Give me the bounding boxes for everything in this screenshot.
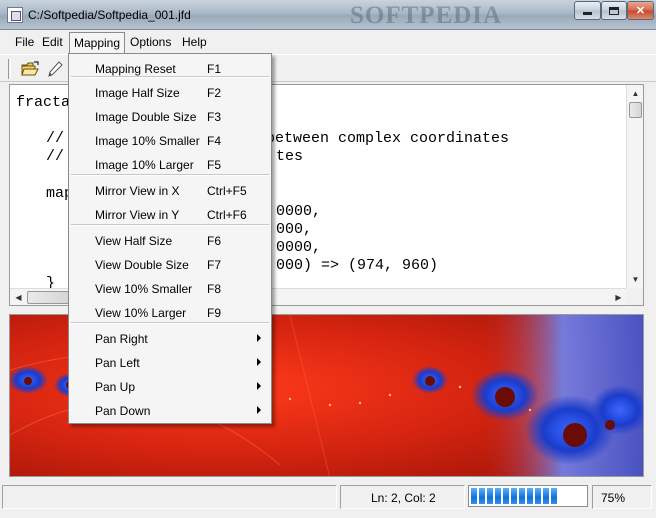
progress-segment [471, 488, 477, 504]
zoom-level: 75% [592, 485, 652, 509]
menu-item-view-half-size[interactable]: View Half Size F6 [71, 228, 269, 252]
watermark: SOFTPEDIA [350, 2, 503, 29]
scroll-left-icon[interactable]: ◀ [10, 289, 27, 305]
menu-item-shortcut: F3 [207, 110, 222, 124]
code-line: // [46, 148, 65, 165]
code-line: fracta [16, 94, 71, 111]
menu-item-label: Image Half Size [95, 86, 180, 100]
menu-item-view-double-size[interactable]: View Double Size F7 [71, 252, 269, 276]
menu-item-label: View 10% Smaller [95, 282, 193, 296]
progress-segment [519, 488, 525, 504]
submenu-arrow-icon [257, 406, 261, 414]
menu-item-pan-right[interactable]: Pan Right [71, 326, 269, 350]
menu-item-label: Mirror View in Y [95, 208, 180, 222]
menu-item-label: Image 10% Smaller [95, 134, 200, 148]
scroll-down-icon[interactable]: ▼ [627, 271, 643, 288]
scroll-thumb[interactable] [629, 102, 642, 118]
menu-item-view-10-smaller[interactable]: View 10% Smaller F8 [71, 276, 269, 300]
menu-item-image-double-size[interactable]: Image Double Size F3 [71, 104, 269, 128]
menu-item-shortcut: F7 [207, 258, 222, 272]
scroll-up-icon[interactable]: ▲ [627, 85, 643, 102]
open-folder-icon[interactable] [19, 58, 41, 80]
close-icon: ✕ [635, 5, 646, 17]
menu-item-pan-left[interactable]: Pan Left [71, 350, 269, 374]
mapping-menu: Mapping Reset F1 Image Half Size F2 Image Do… [68, 53, 272, 424]
minimize-button[interactable] [574, 1, 601, 20]
progress-segment [535, 488, 541, 504]
menu-mapping[interactable]: Mapping [69, 32, 126, 53]
menu-item-shortcut: Ctrl+F5 [207, 184, 247, 198]
code-line: 000, [276, 221, 313, 238]
scroll-corner [626, 288, 643, 305]
submenu-arrow-icon [257, 358, 261, 366]
menu-item-pan-down[interactable]: Pan Down [71, 398, 269, 422]
cursor-position: Ln: 2, Col: 2 [340, 485, 465, 509]
progress-segment [495, 488, 501, 504]
menu-item-label: Pan Up [95, 380, 136, 394]
menu-item-label: View 10% Larger [95, 306, 187, 320]
menu-item-mirror-view-in-x[interactable]: Mirror View in X Ctrl+F5 [71, 178, 269, 202]
code-line: 0000, [276, 203, 322, 220]
menu-item-shortcut: F4 [207, 134, 222, 148]
menu-item-mapping-reset[interactable]: Mapping Reset F1 [71, 56, 269, 80]
status-panel-message [2, 485, 337, 509]
menu-file[interactable]: File [15, 35, 34, 49]
menu-item-view-10-larger[interactable]: View 10% Larger F9 [71, 300, 269, 324]
editor-vertical-scrollbar[interactable]: ▲ ▼ [626, 85, 643, 288]
menu-item-label: Pan Down [95, 404, 151, 418]
progress-segment [511, 488, 517, 504]
code-line: 000) => (974, 960) [276, 257, 439, 274]
menu-edit[interactable]: Edit [42, 35, 63, 49]
submenu-arrow-icon [257, 334, 261, 342]
menu-bar: File Edit Mapping Options Help [0, 31, 656, 53]
menu-item-shortcut: F5 [207, 158, 222, 172]
menu-item-label: View Half Size [95, 234, 173, 248]
menu-item-label: Pan Left [95, 356, 140, 370]
maximize-icon [609, 6, 619, 15]
code-line: 0000, [276, 239, 322, 256]
progress-segment [503, 488, 509, 504]
scroll-right-icon[interactable]: ▶ [610, 289, 627, 305]
toolbar-grip[interactable] [8, 59, 11, 79]
close-button[interactable]: ✕ [627, 1, 654, 20]
title-bar: C:/Softpedia/Softpedia_001.jfd SOFTPEDIA… [0, 0, 656, 30]
code-line: // [46, 130, 65, 147]
menu-item-image-10-smaller[interactable]: Image 10% Smaller F4 [71, 128, 269, 152]
code-line: g between complex coordinates [248, 130, 510, 147]
progress-segment [527, 488, 533, 504]
menu-item-mirror-view-in-y[interactable]: Mirror View in Y Ctrl+F6 [71, 202, 269, 226]
window-title: C:/Softpedia/Softpedia_001.jfd [28, 8, 191, 22]
status-bar: Ln: 2, Col: 2 75% [0, 480, 656, 518]
edit-pen-icon[interactable] [44, 58, 66, 80]
menu-item-label: Mapping Reset [95, 62, 176, 76]
menu-item-image-10-larger[interactable]: Image 10% Larger F5 [71, 152, 269, 176]
menu-options[interactable]: Options [130, 35, 171, 49]
menu-item-label: Pan Right [95, 332, 148, 346]
menu-item-label: Image Double Size [95, 110, 197, 124]
menu-item-shortcut: F1 [207, 62, 222, 76]
menu-item-label: Image 10% Larger [95, 158, 194, 172]
menu-item-label: View Double Size [95, 258, 189, 272]
progress-segment [479, 488, 485, 504]
progress-bar [468, 485, 588, 507]
menu-item-shortcut: F8 [207, 282, 222, 296]
app-icon [7, 7, 23, 23]
scroll-thumb[interactable] [27, 291, 69, 304]
menu-item-shortcut: Ctrl+F6 [207, 208, 247, 222]
code-line: tes [276, 148, 304, 165]
menu-item-shortcut: F2 [207, 86, 222, 100]
maximize-button[interactable] [601, 1, 627, 20]
progress-segment [543, 488, 549, 504]
progress-segment [551, 488, 557, 504]
menu-item-pan-up[interactable]: Pan Up [71, 374, 269, 398]
progress-fill [471, 488, 585, 504]
menu-item-label: Mirror View in X [95, 184, 180, 198]
progress-segment [487, 488, 493, 504]
menu-item-shortcut: F6 [207, 234, 222, 248]
minimize-icon [583, 12, 592, 15]
menu-item-shortcut: F9 [207, 306, 222, 320]
menu-help[interactable]: Help [182, 35, 207, 49]
menu-item-image-half-size[interactable]: Image Half Size F2 [71, 80, 269, 104]
submenu-arrow-icon [257, 382, 261, 390]
